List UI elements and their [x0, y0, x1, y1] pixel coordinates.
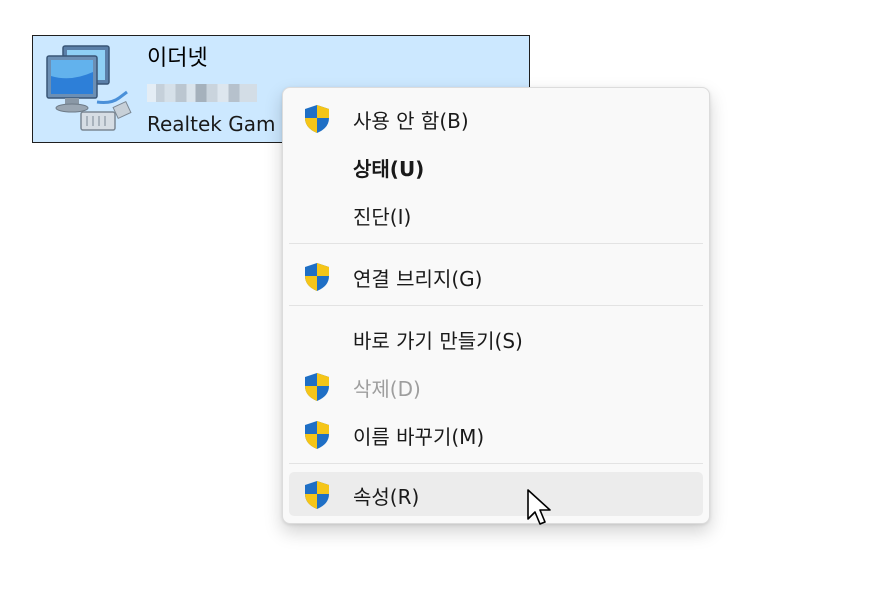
menu-item-bridge-connections[interactable]: 연결 브리지(G) [289, 254, 703, 298]
network-connections-window: 이더넷 Realtek Gam 사용 안 함(B) 상태(U) 진단(I) 연결… [0, 0, 884, 611]
menu-item-label: 이름 바꾸기(M) [353, 425, 485, 449]
menu-item-label: 상태(U) [353, 157, 425, 181]
menu-item-disable[interactable]: 사용 안 함(B) [289, 96, 703, 140]
menu-item-create-shortcut[interactable]: 바로 가기 만들기(S) [289, 316, 703, 360]
menu-item-label: 진단(I) [353, 205, 412, 229]
redacted-status-text [147, 84, 257, 102]
menu-item-delete: 삭제(D) [289, 364, 703, 408]
uac-shield-icon [305, 373, 329, 401]
menu-separator [289, 243, 703, 244]
menu-item-diagnose[interactable]: 진단(I) [289, 192, 703, 236]
menu-item-rename[interactable]: 이름 바꾸기(M) [289, 412, 703, 456]
uac-shield-icon [305, 481, 329, 509]
uac-shield-icon [305, 263, 329, 291]
menu-item-label: 속성(R) [353, 485, 420, 509]
menu-separator [289, 305, 703, 306]
menu-item-label: 삭제(D) [353, 377, 421, 401]
menu-item-properties[interactable]: 속성(R) [289, 472, 703, 516]
arrow-cursor-icon [527, 489, 551, 525]
adapter-device-name: Realtek Gam [147, 112, 276, 136]
network-adapter-icon [46, 45, 132, 131]
menu-item-label: 연결 브리지(G) [353, 267, 483, 291]
menu-item-label: 사용 안 함(B) [353, 109, 469, 133]
menu-item-label: 바로 가기 만들기(S) [353, 329, 523, 353]
menu-separator [289, 463, 703, 464]
menu-item-status[interactable]: 상태(U) [289, 144, 703, 188]
adapter-name: 이더넷 [147, 46, 208, 71]
uac-shield-icon [305, 105, 329, 133]
uac-shield-icon [305, 421, 329, 449]
context-menu: 사용 안 함(B) 상태(U) 진단(I) 연결 브리지(G) 바로 가기 만들… [282, 87, 710, 524]
